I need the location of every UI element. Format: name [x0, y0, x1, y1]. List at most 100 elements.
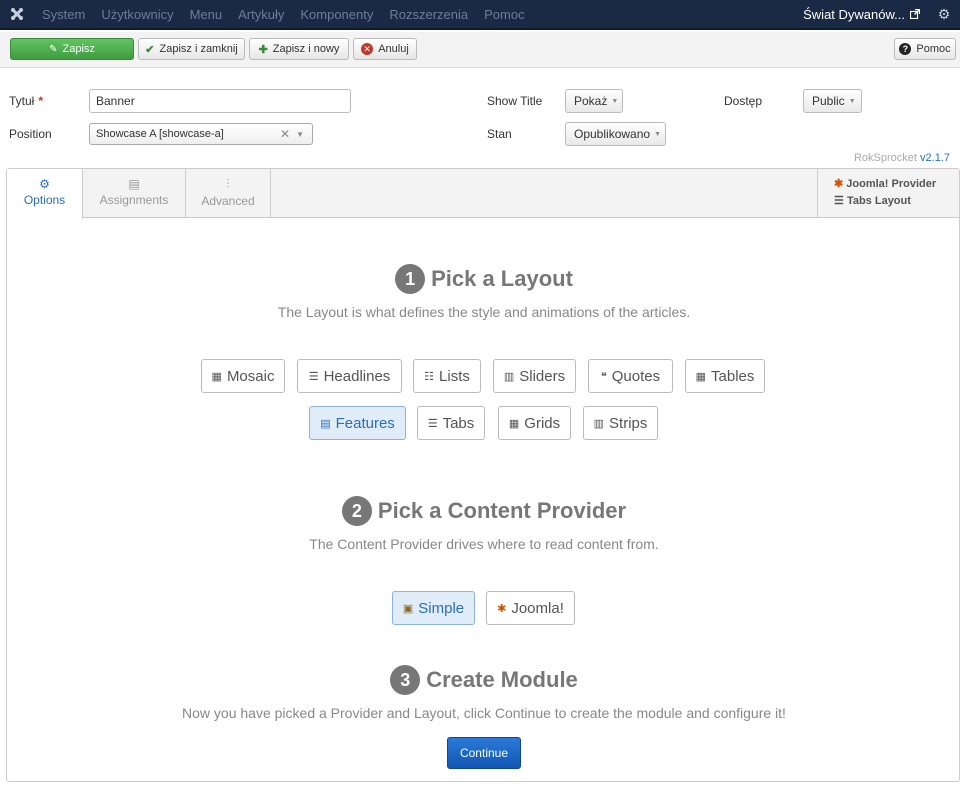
layout-tabs[interactable]: ☰ Tabs [417, 406, 485, 440]
tabs-icon: ☰ [427, 417, 438, 430]
joomla-icon[interactable] [0, 1, 34, 27]
step1-number: 1 [395, 264, 426, 294]
layout-tabs-label: Tabs [442, 414, 475, 432]
site-name: Świat Dywanów... [803, 6, 905, 22]
caret-down-icon: ▼ [611, 97, 619, 105]
save-close-button[interactable]: ✔ Zapisz i zamknij [138, 38, 245, 60]
menu-users[interactable]: Użytkownicy [93, 7, 181, 22]
list-icon: ☷ [424, 370, 435, 383]
layout-sliders-label: Sliders [519, 367, 566, 385]
step2-subtitle: The Content Provider drives where to rea… [309, 536, 659, 552]
layout-strips-label: Strips [609, 414, 648, 432]
title-label: Tytuł * [9, 94, 43, 108]
cancel-button[interactable]: ✕ Anuluj [353, 38, 417, 60]
sliders-icon: ⫶ [226, 177, 230, 191]
layout-quotes[interactable]: ❝ Quotes [588, 359, 673, 393]
help-label: Pomoc [916, 43, 951, 55]
provider-joomla[interactable]: ✱ Joomla! [486, 591, 575, 625]
access-label: Dostęp [724, 94, 763, 108]
mosaic-icon: ▦ [211, 370, 222, 383]
toolbar: ✎ Zapisz ✔ Zapisz i zamknij ✚ Zapisz i n… [0, 32, 960, 68]
menu-articles[interactable]: Artykuły [230, 7, 292, 22]
required-star: * [38, 94, 44, 108]
clear-icon[interactable]: ✕ [280, 127, 290, 141]
tab-bar: ⚙ Options ▤ Assignments ⫶ Advanced ✱ Joo… [7, 169, 959, 219]
layout-tables[interactable]: ▦ Tables [685, 359, 765, 393]
plus-icon: ✚ [258, 43, 268, 56]
layout-features[interactable]: ▤ Features [309, 406, 406, 440]
provider-summary: ✱ Joomla! Provider ☰ Tabs Layout [817, 169, 959, 217]
tab-options[interactable]: ⚙ Options [7, 169, 83, 219]
layout-sliders[interactable]: ▥ Sliders [493, 359, 576, 393]
step1-subtitle: The Layout is what defines the style and… [277, 304, 691, 320]
chevron-down-icon: ▼ [296, 129, 304, 139]
position-value: Showcase A [showcase-a] [96, 128, 224, 140]
save-button[interactable]: ✎ Zapisz [10, 38, 134, 60]
gear-icon: ⚙ [39, 177, 50, 191]
layout-name: Tabs Layout [846, 195, 911, 207]
menu-system[interactable]: System [34, 7, 93, 22]
save-label: Zapisz [62, 43, 95, 55]
step3-number: 3 [390, 665, 421, 695]
menu-components[interactable]: Komponenty [292, 7, 381, 22]
module-panel: ⚙ Options ▤ Assignments ⫶ Advanced ✱ Joo… [6, 168, 960, 782]
position-select[interactable]: Showcase A [showcase-a] ✕ ▼ [89, 123, 313, 145]
layout-headlines-label: Headlines [323, 367, 391, 385]
layout-lists[interactable]: ☷ Lists [413, 359, 481, 393]
question-icon: ? [899, 43, 912, 55]
provider-simple[interactable]: ▣ Simple [392, 591, 475, 625]
caret-down-icon: ▼ [654, 130, 661, 138]
status-label: Stan [487, 127, 512, 141]
list-icon: ☰ [834, 195, 844, 207]
external-link-icon [910, 9, 920, 19]
tab-assignments[interactable]: ▤ Assignments [83, 169, 186, 218]
save-new-label: Zapisz i nowy [272, 43, 340, 55]
provider-line: ✱ Joomla! Provider [834, 176, 959, 193]
gear-icon[interactable]: ⚙ [928, 6, 960, 23]
layout-mosaic[interactable]: ▦ Mosaic [201, 359, 285, 393]
menu-menu[interactable]: Menu [182, 7, 231, 22]
layout-headlines[interactable]: ☰ Headlines [297, 359, 402, 393]
version-name: RokSprocket [853, 152, 917, 164]
provider-name: Joomla! Provider [846, 178, 937, 190]
step1-heading: 1 Pick a Layout [7, 264, 960, 294]
provider-simple-label: Simple [418, 599, 465, 617]
provider-joomla-label: Joomla! [511, 599, 564, 617]
tab-advanced-label: Advanced [201, 194, 255, 208]
version-info: RokSprocket v2.1.7 [854, 152, 950, 164]
version-number: v2.1.7 [920, 152, 950, 164]
layout-grids-label: Grids [524, 414, 561, 432]
cancel-label: Anuluj [378, 43, 409, 55]
layout-strips[interactable]: ▥ Strips [583, 406, 658, 440]
save-new-button[interactable]: ✚ Zapisz i nowy [249, 38, 349, 60]
quote-icon: ❝ [600, 370, 607, 383]
title-input[interactable]: Banner [89, 89, 351, 113]
access-dropdown[interactable]: Public ▼ [803, 89, 862, 113]
step2-title: Pick a Content Provider [377, 498, 627, 523]
layout-lists-label: Lists [439, 367, 470, 385]
strips-icon: ▥ [593, 417, 605, 430]
joomla-icon: ✱ [834, 178, 844, 190]
box-icon: ▣ [402, 602, 414, 615]
status-dropdown[interactable]: Opublikowano ▼ [565, 122, 666, 146]
layout-grids[interactable]: ▦ Grids [498, 406, 571, 440]
step2-number: 2 [341, 496, 372, 526]
assignments-icon: ▤ [128, 177, 140, 191]
features-icon: ▤ [320, 417, 331, 430]
layout-features-label: Features [335, 414, 395, 432]
menu-extensions[interactable]: Rozszerzenia [381, 7, 476, 22]
menu-help[interactable]: Pomoc [476, 7, 532, 22]
layout-tables-label: Tables [711, 367, 755, 385]
layout-quotes-label: Quotes [611, 367, 661, 385]
step2-heading: 2 Pick a Content Provider [7, 496, 960, 526]
title-label-text: Tytuł [9, 94, 35, 108]
step3-title: Create Module [426, 667, 578, 692]
sliders-icon: ▥ [503, 370, 515, 383]
help-button[interactable]: ? Pomoc [894, 38, 956, 60]
layout-mosaic-label: Mosaic [226, 367, 275, 385]
tab-options-label: Options [23, 193, 66, 207]
tab-advanced[interactable]: ⫶ Advanced [186, 169, 271, 218]
show-title-dropdown[interactable]: Pokaż ▼ [565, 89, 623, 113]
site-link[interactable]: Świat Dywanów... [795, 7, 928, 22]
continue-button[interactable]: Continue [447, 737, 521, 769]
